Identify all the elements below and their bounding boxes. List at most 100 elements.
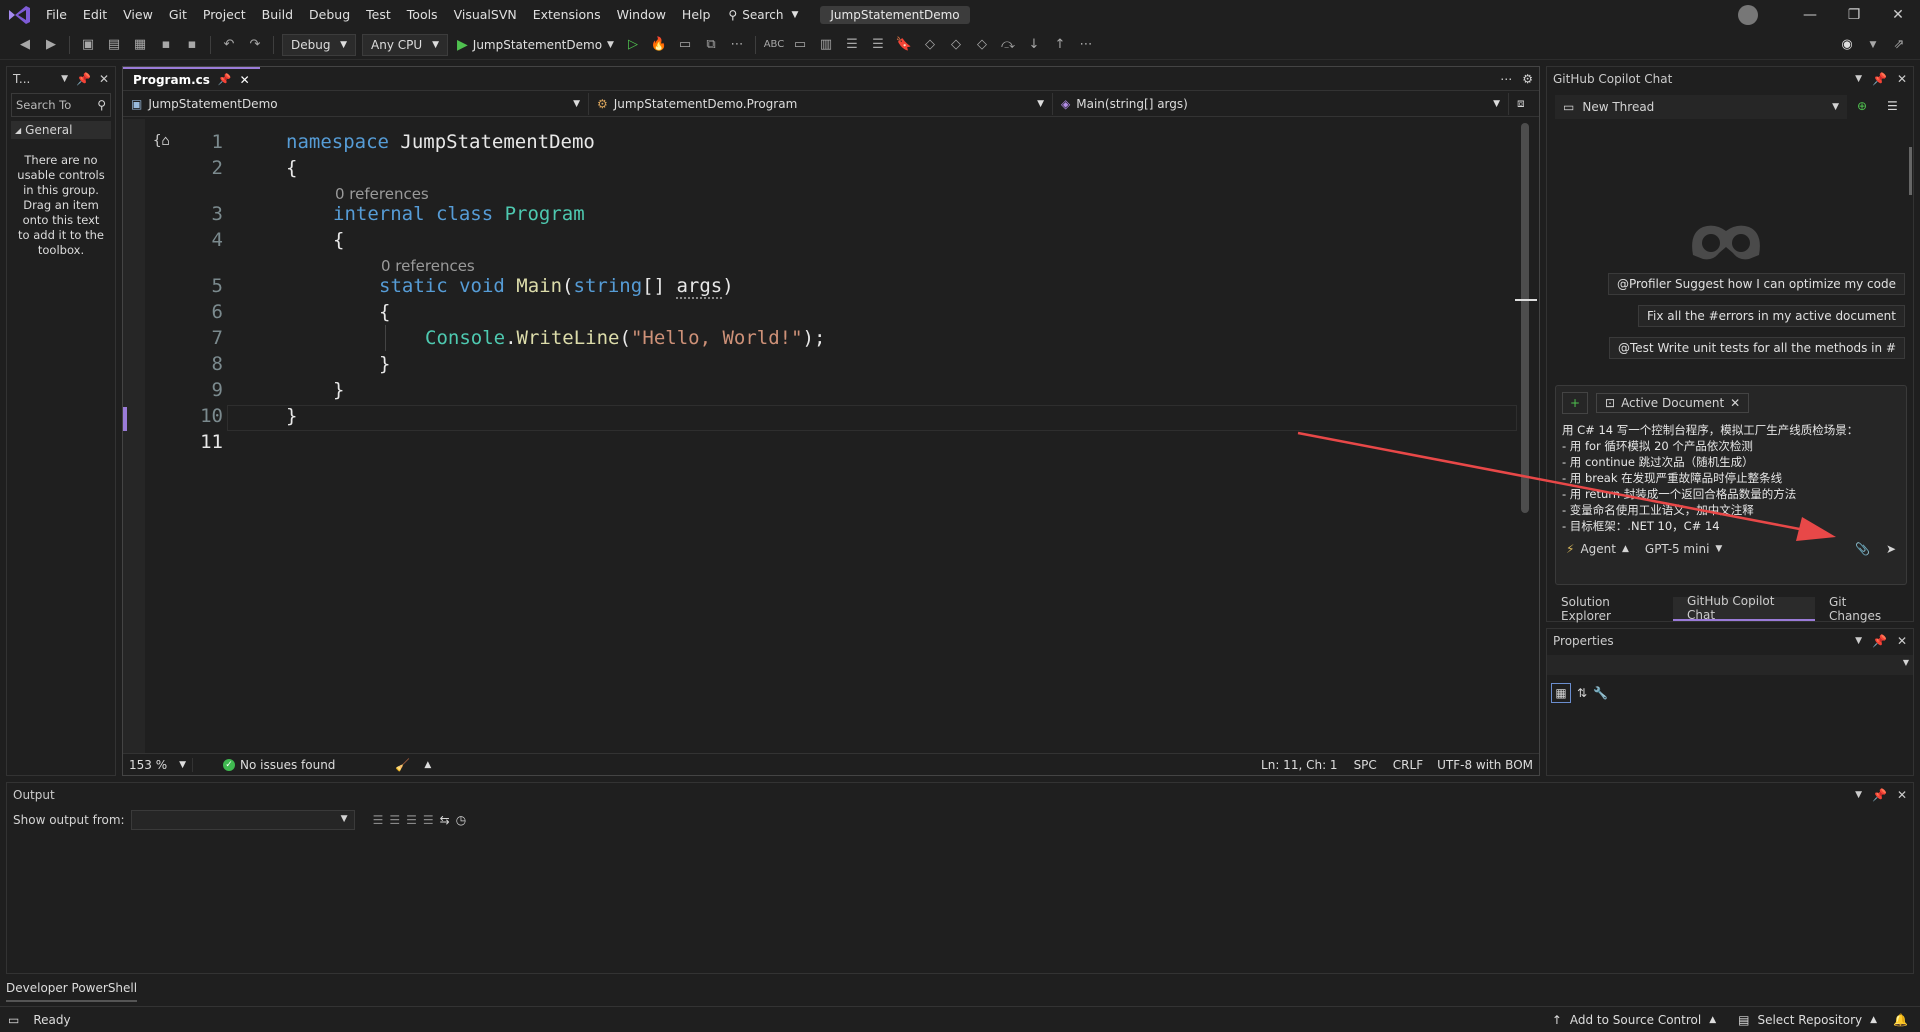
chevron-down-icon[interactable]: ▼ xyxy=(1862,34,1884,56)
menu-edit[interactable]: Edit xyxy=(75,0,115,30)
step-over-icon[interactable]: ⤼ xyxy=(997,34,1019,56)
next-bookmark-icon[interactable]: ◇ xyxy=(945,34,967,56)
pin-icon[interactable]: 📌 xyxy=(76,72,91,86)
menu-git[interactable]: Git xyxy=(161,0,195,30)
file-encoding[interactable]: UTF-8 with BOM xyxy=(1431,758,1539,772)
project-dropdown[interactable]: ▣ JumpStatementDemo ▼ xyxy=(123,92,589,115)
output-source-dropdown[interactable]: ▼ xyxy=(130,810,355,830)
hot-reload-icon[interactable]: 🔥 xyxy=(648,34,670,56)
line-ending[interactable]: CRLF xyxy=(1385,758,1431,772)
more-icon[interactable]: ⋯ xyxy=(1075,34,1097,56)
menu-build[interactable]: Build xyxy=(254,0,301,30)
pin-icon[interactable]: 📌 xyxy=(218,73,232,86)
close-icon[interactable]: ✕ xyxy=(99,72,109,86)
back-icon[interactable]: ◀ xyxy=(14,34,36,56)
restore-icon[interactable]: ❐ xyxy=(1832,0,1876,30)
visual-studio-logo-icon[interactable] xyxy=(6,4,32,26)
pin-icon[interactable]: 📌 xyxy=(1872,634,1887,648)
step-into-icon[interactable]: ↓ xyxy=(1023,34,1045,56)
add-item-icon[interactable]: ▦ xyxy=(129,34,151,56)
tab-program-cs[interactable]: Program.cs 📌 ✕ xyxy=(123,67,260,90)
cursor-position[interactable]: Ln: 11, Ch: 1 xyxy=(1253,758,1346,772)
spell-check-icon[interactable]: ABC xyxy=(763,34,785,56)
menu-debug[interactable]: Debug xyxy=(301,0,358,30)
browse-icon[interactable]: ▭ xyxy=(674,34,696,56)
word-wrap-icon[interactable]: ⇆ xyxy=(440,813,450,827)
zoom-dropdown[interactable]: 153 % ▼ xyxy=(123,757,193,772)
copilot-icon[interactable]: ◉ xyxy=(1836,34,1858,56)
menu-visualsvn[interactable]: VisualSVN xyxy=(446,0,525,30)
close-icon[interactable]: ✕ xyxy=(1730,396,1740,410)
suggestion-profiler[interactable]: @Profiler Suggest how I can optimize my … xyxy=(1607,273,1905,295)
bookmark-icon[interactable]: 🔖 xyxy=(893,34,915,56)
property-pages-icon[interactable]: 🔧 xyxy=(1593,686,1608,700)
thread-list-icon[interactable]: ☰ xyxy=(1887,99,1898,113)
more-icon[interactable]: ⋯ xyxy=(726,34,748,56)
chevron-down-icon[interactable]: ▼ xyxy=(1855,790,1862,800)
outdent-icon[interactable]: ☰ xyxy=(841,34,863,56)
menu-window[interactable]: Window xyxy=(609,0,674,30)
prev-message-icon[interactable]: ☰ xyxy=(389,813,400,827)
start-debugging-button[interactable]: ▶ JumpStatementDemo ▼ xyxy=(457,37,614,53)
chevron-down-icon[interactable]: ▼ xyxy=(61,74,68,84)
comment-icon[interactable]: ▭ xyxy=(789,34,811,56)
minimize-icon[interactable]: — xyxy=(1788,0,1832,30)
close-icon[interactable]: ✕ xyxy=(240,73,250,87)
open-file-icon[interactable]: ▤ xyxy=(103,34,125,56)
toolbox-group-general[interactable]: ◢ General xyxy=(11,121,111,139)
format-icon[interactable]: ▥ xyxy=(815,34,837,56)
tab-developer-powershell[interactable]: Developer PowerShell xyxy=(6,978,138,1002)
new-project-icon[interactable]: ▣ xyxy=(77,34,99,56)
clear-bookmarks-icon[interactable]: ◇ xyxy=(971,34,993,56)
menu-test[interactable]: Test xyxy=(358,0,399,30)
context-chip-active-document[interactable]: ⊡ Active Document ✕ xyxy=(1596,393,1750,413)
forward-icon[interactable]: ▶ xyxy=(40,34,62,56)
start-without-debugging-icon[interactable]: ▷ xyxy=(622,34,644,56)
platform-dropdown[interactable]: Any CPU ▼ xyxy=(362,33,448,56)
next-message-icon[interactable]: ☰ xyxy=(406,813,417,827)
member-dropdown[interactable]: ◈ Main(string[] args) ▼ xyxy=(1053,92,1509,115)
save-icon[interactable]: ▪ xyxy=(155,34,177,56)
indent-icon[interactable]: ☰ xyxy=(867,34,889,56)
live-share-icon[interactable]: ⇗ xyxy=(1888,34,1910,56)
code-cleanup-icon[interactable]: 🧹 xyxy=(395,758,410,772)
close-icon[interactable]: ✕ xyxy=(1897,72,1907,86)
chevron-up-icon[interactable]: ▲ xyxy=(424,760,431,770)
close-icon[interactable]: ✕ xyxy=(1897,634,1907,648)
menu-file[interactable]: File xyxy=(38,0,75,30)
menu-tools[interactable]: Tools xyxy=(399,0,446,30)
attach-icon[interactable]: ⧉ xyxy=(700,34,722,56)
suggestion-fix-errors[interactable]: Fix all the #errors in my active documen… xyxy=(1638,305,1905,327)
tab-git-changes[interactable]: Git Changes xyxy=(1815,595,1913,623)
attach-icon[interactable]: 📎 xyxy=(1855,542,1870,556)
gear-icon[interactable]: ⚙ xyxy=(1522,72,1533,86)
close-window-icon[interactable]: ✕ xyxy=(1876,0,1920,30)
class-dropdown[interactable]: ⚙ JumpStatementDemo.Program ▼ xyxy=(589,92,1053,115)
more-icon[interactable]: ⋯ xyxy=(1500,72,1512,86)
select-repository-button[interactable]: ▤ Select Repository ▲ xyxy=(1738,1013,1877,1027)
whitespace-mode[interactable]: SPC xyxy=(1346,758,1385,772)
toolbox-search-input[interactable]: Search To xyxy=(16,98,71,112)
suggestion-unit-tests[interactable]: @Test Write unit tests for all the metho… xyxy=(1609,337,1905,359)
redo-icon[interactable]: ↷ xyxy=(244,34,266,56)
alphabetical-icon[interactable]: ⇅ xyxy=(1577,686,1587,700)
chevron-down-icon[interactable]: ▼ xyxy=(1855,74,1862,84)
menu-view[interactable]: View xyxy=(115,0,161,30)
chat-scrollbar[interactable] xyxy=(1909,147,1912,195)
notifications-status-icon[interactable]: ▭ xyxy=(8,1013,19,1027)
issues-indicator[interactable]: ✓ No issues found xyxy=(223,758,335,772)
split-icon[interactable]: ⧈ xyxy=(1517,96,1525,111)
account-avatar-icon[interactable] xyxy=(1738,5,1758,25)
categorized-icon[interactable]: ▦ xyxy=(1551,683,1571,703)
object-selector[interactable]: ▼ xyxy=(1547,655,1913,675)
thread-selector[interactable]: ▭ New Thread ▼ xyxy=(1555,95,1847,119)
add-context-icon[interactable]: + xyxy=(1562,392,1588,414)
search-box[interactable]: ⚲ Search ▼ xyxy=(718,8,808,22)
chevron-down-icon[interactable]: ▼ xyxy=(1855,636,1862,646)
pin-icon[interactable]: 📌 xyxy=(1872,788,1887,802)
codelens-references[interactable]: 0 references xyxy=(335,185,429,203)
codelens-references[interactable]: 0 references xyxy=(381,257,475,275)
tab-solution-explorer[interactable]: Solution Explorer xyxy=(1547,595,1673,623)
close-icon[interactable]: ✕ xyxy=(1897,788,1907,802)
menu-extensions[interactable]: Extensions xyxy=(525,0,609,30)
